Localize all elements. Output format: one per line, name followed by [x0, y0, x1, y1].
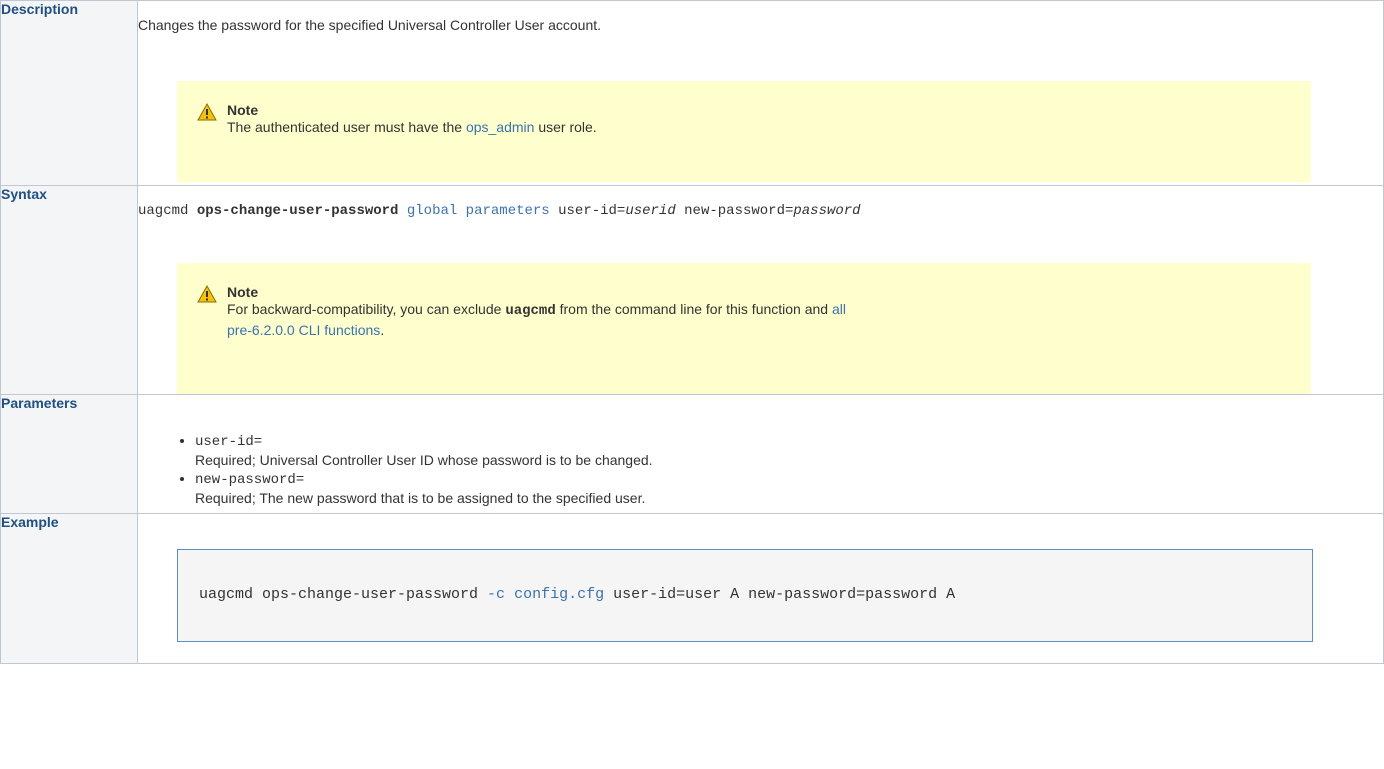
parameters-row: Parameters user-id= Required; Universal C…: [0, 394, 1384, 514]
note-text: The authenticated user must have the: [227, 119, 466, 135]
syntax-header: Syntax: [0, 185, 138, 395]
compat-note-panel: Note For backward-compatibility, you can…: [177, 263, 1311, 394]
param-desc: Required; The new password that is to be…: [195, 490, 646, 506]
description-cell: Changes the password for the specified U…: [137, 0, 1384, 186]
note-bold-cmd: uagcmd: [505, 303, 556, 319]
syntax-row: Syntax uagcmd ops-change-user-password g…: [0, 185, 1384, 395]
note-panel: Note The authenticated user must have th…: [177, 81, 1311, 182]
description-row: Description Changes the password for the…: [0, 0, 1384, 186]
parameters-cell: user-id= Required; Universal Controller U…: [137, 394, 1384, 514]
example-cell: uagcmd ops-change-user-password -c confi…: [137, 513, 1384, 664]
syntax-userid-value: userid: [625, 203, 676, 219]
config-flag-link[interactable]: -c: [487, 586, 505, 603]
syntax-function: ops-change-user-password: [196, 203, 399, 219]
note-body: For backward-compatibility, you can excl…: [227, 300, 1291, 340]
note-text-middle: from the command line for this function …: [555, 301, 832, 317]
example-header: Example: [0, 513, 138, 664]
syntax-line: uagcmd ops-change-user-password global p…: [138, 203, 1383, 219]
ops-admin-link[interactable]: ops_admin: [466, 119, 535, 135]
syntax-userid-param: user-id=: [558, 203, 626, 219]
description-text: Changes the password for the specified U…: [138, 17, 602, 33]
note-body: The authenticated user must have the ops…: [227, 118, 1291, 137]
param-name: user-id=: [195, 434, 263, 450]
parameters-header: Parameters: [0, 394, 138, 514]
warning-icon: [197, 103, 217, 121]
description-header: Description: [0, 0, 138, 186]
code-text: uagcmd ops-change-user-password: [199, 586, 488, 603]
note-text: For backward-compatibility, you can excl…: [227, 301, 506, 317]
warning-icon: [197, 285, 217, 303]
example-code: uagcmd ops-change-user-password -c confi…: [199, 586, 955, 603]
code-text-end: user-id=user A new-password=password A: [604, 586, 956, 603]
example-code-block: uagcmd ops-change-user-password -c confi…: [177, 549, 1313, 642]
param-desc: Required; Universal Controller User ID w…: [195, 452, 653, 468]
command-reference-table: Description Changes the password for the…: [0, 0, 1384, 664]
global-parameters-link[interactable]: global parameters: [407, 203, 550, 219]
list-item: user-id= Required; Universal Controller U…: [195, 431, 1383, 469]
note-text-end: .: [380, 322, 385, 338]
all-link[interactable]: all: [832, 301, 846, 317]
note-title: Note: [227, 102, 259, 118]
note-title: Note: [227, 284, 259, 300]
syntax-password-param: new-password=: [684, 203, 794, 219]
syntax-cell: uagcmd ops-change-user-password global p…: [137, 185, 1384, 395]
syntax-cmd: uagcmd: [138, 203, 189, 219]
note-text-end: user role.: [534, 119, 597, 135]
syntax-password-value: password: [793, 203, 861, 219]
example-row: Example uagcmd ops-change-user-password …: [0, 513, 1384, 664]
param-name: new-password=: [195, 472, 305, 488]
config-file-link[interactable]: config.cfg: [514, 586, 604, 603]
list-item: new-password= Required; The new password …: [195, 469, 1383, 507]
pre-620-cli-functions-link[interactable]: pre-6.2.0.0 CLI functions: [227, 322, 380, 338]
parameters-list: user-id= Required; Universal Controller U…: [138, 431, 1383, 507]
